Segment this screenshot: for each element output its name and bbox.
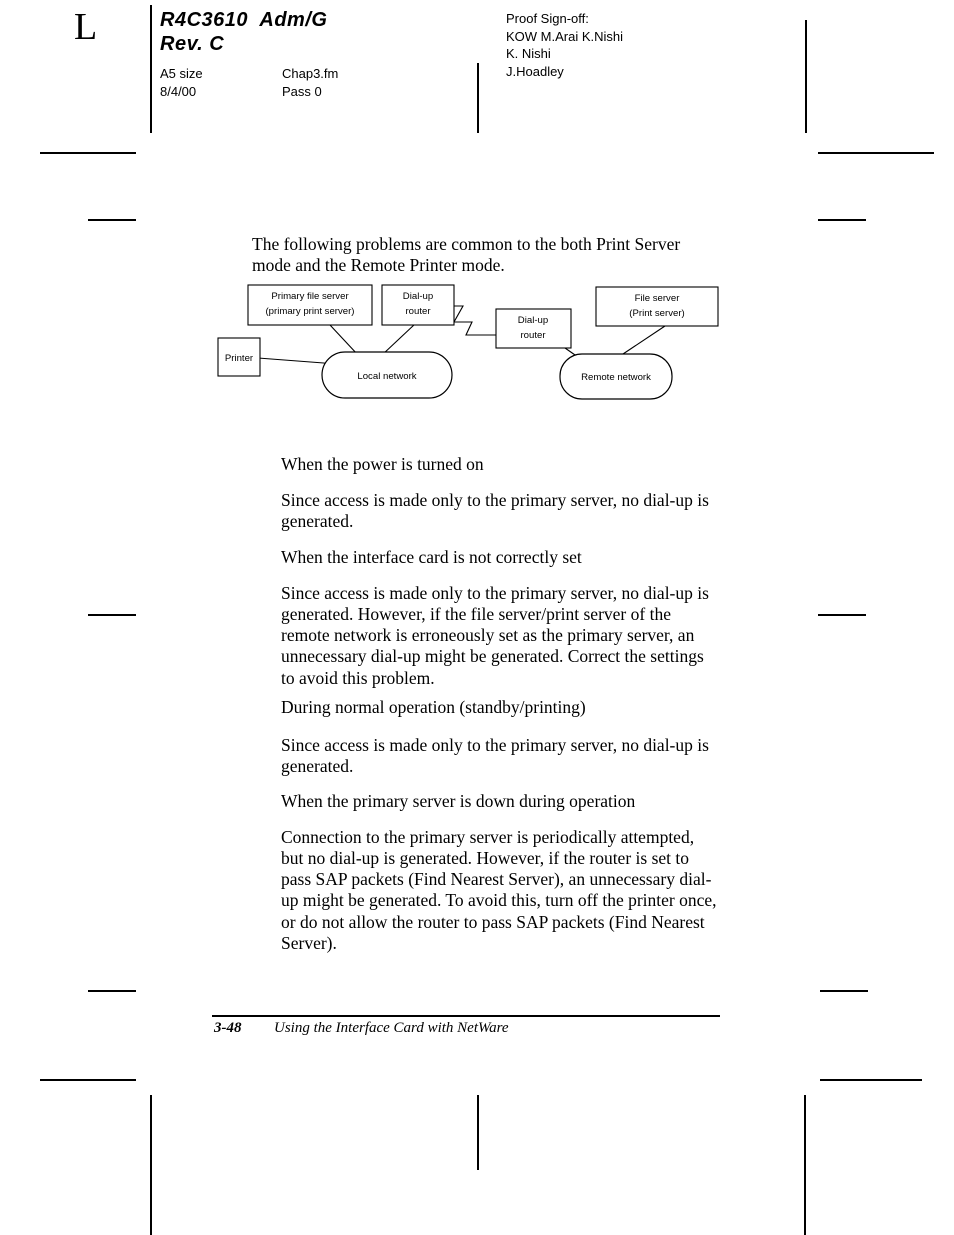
section-heading-power-on: When the power is turned on xyxy=(281,453,484,474)
edge-primaryserver-local xyxy=(329,324,359,356)
footer-rule xyxy=(212,1015,720,1017)
section-body-power-on: Since access is made only to the primary… xyxy=(281,489,709,531)
section-body-normal-operation: Since access is made only to the primary… xyxy=(281,734,709,776)
node-printer: Printer xyxy=(217,337,261,377)
footer-page-number: 3-48 xyxy=(214,1020,242,1036)
edge-fileserver-remote xyxy=(619,325,666,357)
section-body-interface-card: Since access is made only to the primary… xyxy=(281,582,709,688)
section-heading-normal-operation: During normal operation (standby/printin… xyxy=(281,696,586,717)
node-label: Dial-up xyxy=(518,315,548,326)
node-label: Remote network xyxy=(581,372,651,383)
node-label: File server xyxy=(635,293,681,304)
node-file-server-remote: File server (Print server) xyxy=(595,286,719,327)
node-label: (Print server) xyxy=(629,308,684,319)
node-label: (primary print server) xyxy=(265,306,354,317)
page-content: The following problems are common to the… xyxy=(0,0,954,1235)
edge-dialuprouter-local xyxy=(381,323,416,356)
node-label: Local network xyxy=(357,371,416,382)
intro-paragraph: The following problems are common to the… xyxy=(252,233,681,275)
node-dialup-router-remote: Dial-up router xyxy=(495,308,572,349)
section-heading-server-down: When the primary server is down during o… xyxy=(281,790,636,811)
node-label: Printer xyxy=(225,353,254,364)
page-footer: 3-48 Using the Interface Card with NetWa… xyxy=(214,1020,734,1037)
node-label: Primary file server xyxy=(271,291,349,302)
node-primary-file-server: Primary file server (primary print serve… xyxy=(247,284,373,326)
node-dialup-router-local: Dial-up router xyxy=(381,284,455,326)
section-body-server-down: Connection to the primary server is peri… xyxy=(281,826,717,953)
network-topology-diagram: Primary file server (primary print serve… xyxy=(210,278,730,410)
footer-running-title: Using the Interface Card with NetWare xyxy=(274,1020,509,1036)
node-local-network: Local network xyxy=(321,351,453,399)
node-label: router xyxy=(520,330,546,341)
section-heading-interface-card: When the interface card is not correctly… xyxy=(281,546,582,567)
node-label: router xyxy=(405,306,431,317)
node-label: Dial-up xyxy=(403,291,433,302)
node-remote-network: Remote network xyxy=(559,353,673,400)
